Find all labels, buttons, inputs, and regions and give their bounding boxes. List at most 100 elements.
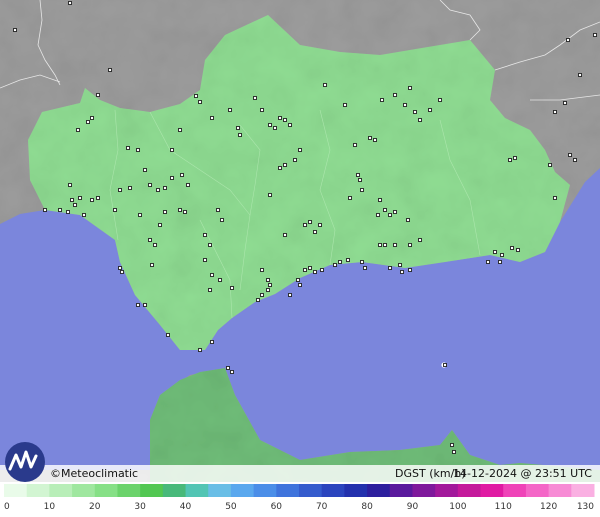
station-marker[interactable]	[508, 158, 512, 162]
station-marker[interactable]	[73, 203, 77, 207]
station-marker[interactable]	[368, 136, 372, 140]
station-marker[interactable]	[90, 116, 94, 120]
station-marker[interactable]	[303, 223, 307, 227]
station-marker[interactable]	[260, 293, 264, 297]
station-marker[interactable]	[376, 213, 380, 217]
station-marker[interactable]	[408, 86, 412, 90]
station-marker[interactable]	[180, 173, 184, 177]
station-marker[interactable]	[308, 266, 312, 270]
station-marker[interactable]	[170, 176, 174, 180]
station-marker[interactable]	[210, 273, 214, 277]
station-marker[interactable]	[278, 166, 282, 170]
station-marker[interactable]	[43, 208, 47, 212]
station-marker[interactable]	[256, 298, 260, 302]
station-marker[interactable]	[143, 303, 147, 307]
station-marker[interactable]	[266, 278, 270, 282]
station-marker[interactable]	[573, 158, 577, 162]
station-marker[interactable]	[210, 340, 214, 344]
station-marker[interactable]	[82, 213, 86, 217]
station-marker[interactable]	[333, 263, 337, 267]
station-marker[interactable]	[126, 146, 130, 150]
station-marker[interactable]	[228, 108, 232, 112]
station-marker[interactable]	[360, 260, 364, 264]
station-marker[interactable]	[296, 278, 300, 282]
station-marker[interactable]	[413, 110, 417, 114]
station-marker[interactable]	[268, 283, 272, 287]
station-marker[interactable]	[208, 288, 212, 292]
station-marker[interactable]	[393, 243, 397, 247]
station-marker[interactable]	[68, 183, 72, 187]
station-marker[interactable]	[293, 158, 297, 162]
station-marker[interactable]	[273, 126, 277, 130]
station-marker[interactable]	[450, 443, 454, 447]
station-marker[interactable]	[373, 138, 377, 142]
station-marker[interactable]	[150, 263, 154, 267]
station-marker[interactable]	[428, 108, 432, 112]
station-marker[interactable]	[408, 268, 412, 272]
station-marker[interactable]	[408, 243, 412, 247]
station-marker[interactable]	[338, 260, 342, 264]
station-marker[interactable]	[163, 186, 167, 190]
station-marker[interactable]	[236, 126, 240, 130]
station-marker[interactable]	[288, 123, 292, 127]
station-marker[interactable]	[70, 198, 74, 202]
station-marker[interactable]	[388, 213, 392, 217]
station-marker[interactable]	[346, 258, 350, 262]
station-marker[interactable]	[86, 120, 90, 124]
station-marker[interactable]	[393, 210, 397, 214]
station-marker[interactable]	[220, 218, 224, 222]
station-marker[interactable]	[383, 208, 387, 212]
station-marker[interactable]	[166, 333, 170, 337]
station-marker[interactable]	[513, 156, 517, 160]
station-marker[interactable]	[203, 258, 207, 262]
station-marker[interactable]	[226, 366, 230, 370]
station-marker[interactable]	[320, 268, 324, 272]
station-marker[interactable]	[13, 28, 17, 32]
station-marker[interactable]	[113, 208, 117, 212]
station-marker[interactable]	[363, 266, 367, 270]
station-marker[interactable]	[96, 196, 100, 200]
station-marker[interactable]	[593, 33, 597, 37]
station-marker[interactable]	[343, 103, 347, 107]
station-marker[interactable]	[318, 223, 322, 227]
station-marker[interactable]	[78, 196, 82, 200]
station-marker[interactable]	[380, 98, 384, 102]
station-marker[interactable]	[400, 270, 404, 274]
station-marker[interactable]	[120, 270, 124, 274]
station-marker[interactable]	[283, 163, 287, 167]
station-marker[interactable]	[303, 268, 307, 272]
station-marker[interactable]	[353, 143, 357, 147]
station-marker[interactable]	[210, 116, 214, 120]
station-marker[interactable]	[158, 223, 162, 227]
station-marker[interactable]	[553, 110, 557, 114]
station-marker[interactable]	[360, 188, 364, 192]
station-marker[interactable]	[283, 233, 287, 237]
station-marker[interactable]	[313, 230, 317, 234]
station-marker[interactable]	[398, 263, 402, 267]
station-marker[interactable]	[578, 73, 582, 77]
station-marker[interactable]	[516, 248, 520, 252]
station-marker[interactable]	[498, 260, 502, 264]
station-marker[interactable]	[358, 178, 362, 182]
station-marker[interactable]	[553, 196, 557, 200]
station-marker[interactable]	[510, 246, 514, 250]
station-marker[interactable]	[283, 118, 287, 122]
station-marker[interactable]	[356, 173, 360, 177]
station-marker[interactable]	[383, 243, 387, 247]
station-marker[interactable]	[76, 128, 80, 132]
station-marker[interactable]	[230, 370, 234, 374]
station-marker[interactable]	[253, 96, 257, 100]
station-marker[interactable]	[418, 118, 422, 122]
station-marker[interactable]	[153, 243, 157, 247]
station-marker[interactable]	[563, 101, 567, 105]
station-marker[interactable]	[268, 193, 272, 197]
station-marker[interactable]	[238, 133, 242, 137]
station-marker[interactable]	[298, 283, 302, 287]
station-marker[interactable]	[268, 123, 272, 127]
station-marker[interactable]	[194, 94, 198, 98]
station-marker[interactable]	[388, 266, 392, 270]
station-marker[interactable]	[96, 93, 100, 97]
station-marker[interactable]	[143, 168, 147, 172]
station-marker[interactable]	[148, 183, 152, 187]
station-marker[interactable]	[178, 208, 182, 212]
